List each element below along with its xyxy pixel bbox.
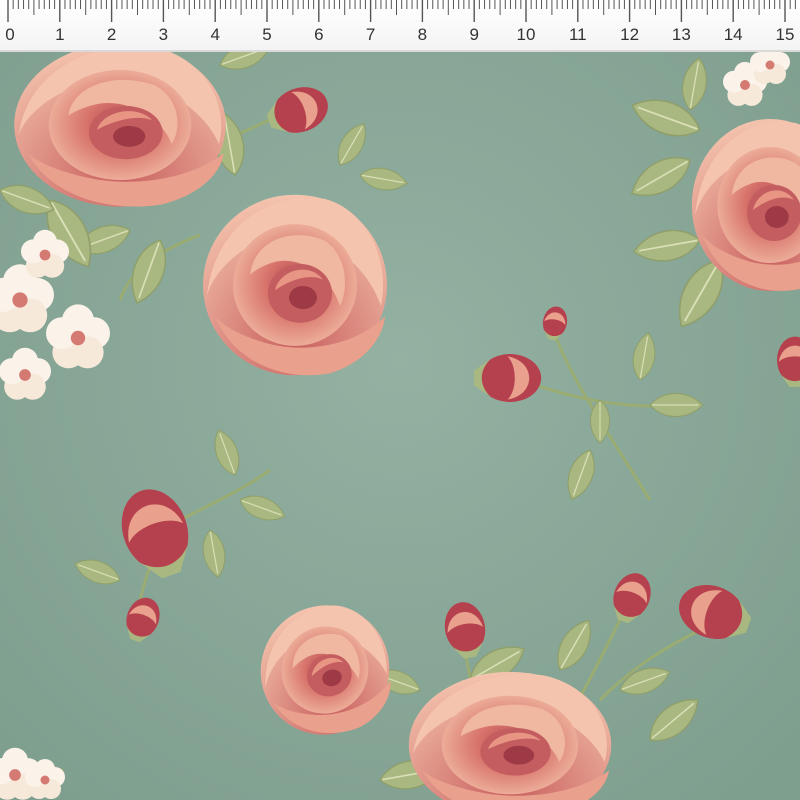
ruler-label: 12 — [620, 25, 640, 44]
ruler-label: 7 — [365, 25, 376, 44]
ruler-label: 1 — [55, 25, 65, 44]
ruler-label: 4 — [210, 25, 220, 44]
fabric-swatch: 0 1 2 3 4 5 6 7 8 9 10 11 12 13 14 15 — [0, 0, 800, 800]
ruler-label: 11 — [568, 25, 587, 44]
floral-print — [0, 0, 800, 800]
ruler-label: 9 — [469, 25, 479, 44]
ruler-label: 2 — [106, 25, 117, 44]
ruler-label: 5 — [262, 25, 272, 44]
ruler-label: 8 — [417, 25, 428, 44]
measuring-ruler: 0 1 2 3 4 5 6 7 8 9 10 11 12 13 14 15 — [0, 0, 800, 52]
ruler-label: 13 — [671, 25, 691, 44]
ruler-label: 3 — [158, 25, 169, 44]
ruler-label: 15 — [775, 25, 795, 44]
ruler-label: 6 — [314, 25, 324, 44]
ruler-label: 14 — [723, 25, 743, 44]
ruler-label: 0 — [5, 25, 15, 44]
ruler-label: 10 — [516, 25, 536, 44]
